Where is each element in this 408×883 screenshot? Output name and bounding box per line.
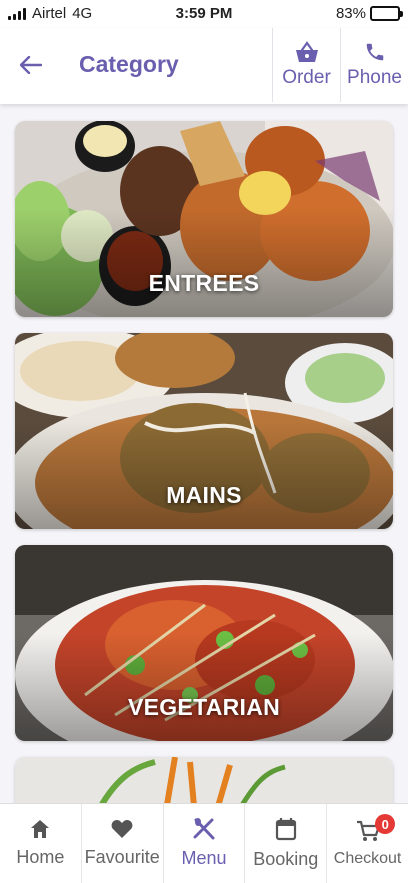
nav-favourite[interactable]: Favourite [80, 804, 163, 883]
category-card-entrees[interactable]: ENTREES [15, 121, 393, 317]
home-icon [31, 820, 50, 838]
category-card-vegetarian[interactable]: VEGETARIAN [15, 545, 393, 741]
category-label: ENTREES [148, 270, 260, 296]
app-header: Category Order Phone [0, 28, 408, 104]
category-label: MAINS [166, 482, 242, 508]
phone-button[interactable]: Phone [340, 28, 408, 102]
nav-label: Home [16, 847, 65, 867]
calendar-icon [275, 818, 296, 841]
nav-label: Menu [181, 848, 227, 868]
phone-label: Phone [347, 67, 402, 88]
order-button[interactable]: Order [272, 28, 340, 102]
nav-label: Favourite [84, 847, 160, 867]
arrow-left-icon [20, 56, 42, 74]
heart-icon [111, 820, 133, 838]
status-bar: Airtel 4G 3:59 PM 83% [0, 0, 408, 28]
bottom-nav: Home Favourite Menu Booking 0 Checkout [0, 803, 408, 883]
utensils-icon [193, 818, 215, 840]
nav-home[interactable]: Home [0, 804, 81, 883]
page-title: Category [79, 51, 179, 77]
battery-icon [370, 6, 403, 21]
nav-booking[interactable]: Booking [244, 804, 326, 883]
order-label: Order [282, 67, 331, 88]
basket-icon [295, 41, 318, 62]
cart-count-badge: 0 [375, 814, 396, 834]
category-card-mains[interactable]: MAINS [15, 333, 393, 529]
status-right: 83% [335, 5, 403, 22]
battery-percent: 83% [335, 5, 366, 22]
back-button[interactable] [14, 50, 48, 80]
category-label: VEGETARIAN [127, 694, 281, 720]
nav-label: Booking [253, 849, 319, 869]
nav-checkout[interactable]: 0 Checkout [326, 804, 408, 883]
nav-menu[interactable]: Menu [162, 804, 245, 883]
phone-icon [366, 43, 383, 61]
nav-label: Checkout [333, 849, 402, 867]
